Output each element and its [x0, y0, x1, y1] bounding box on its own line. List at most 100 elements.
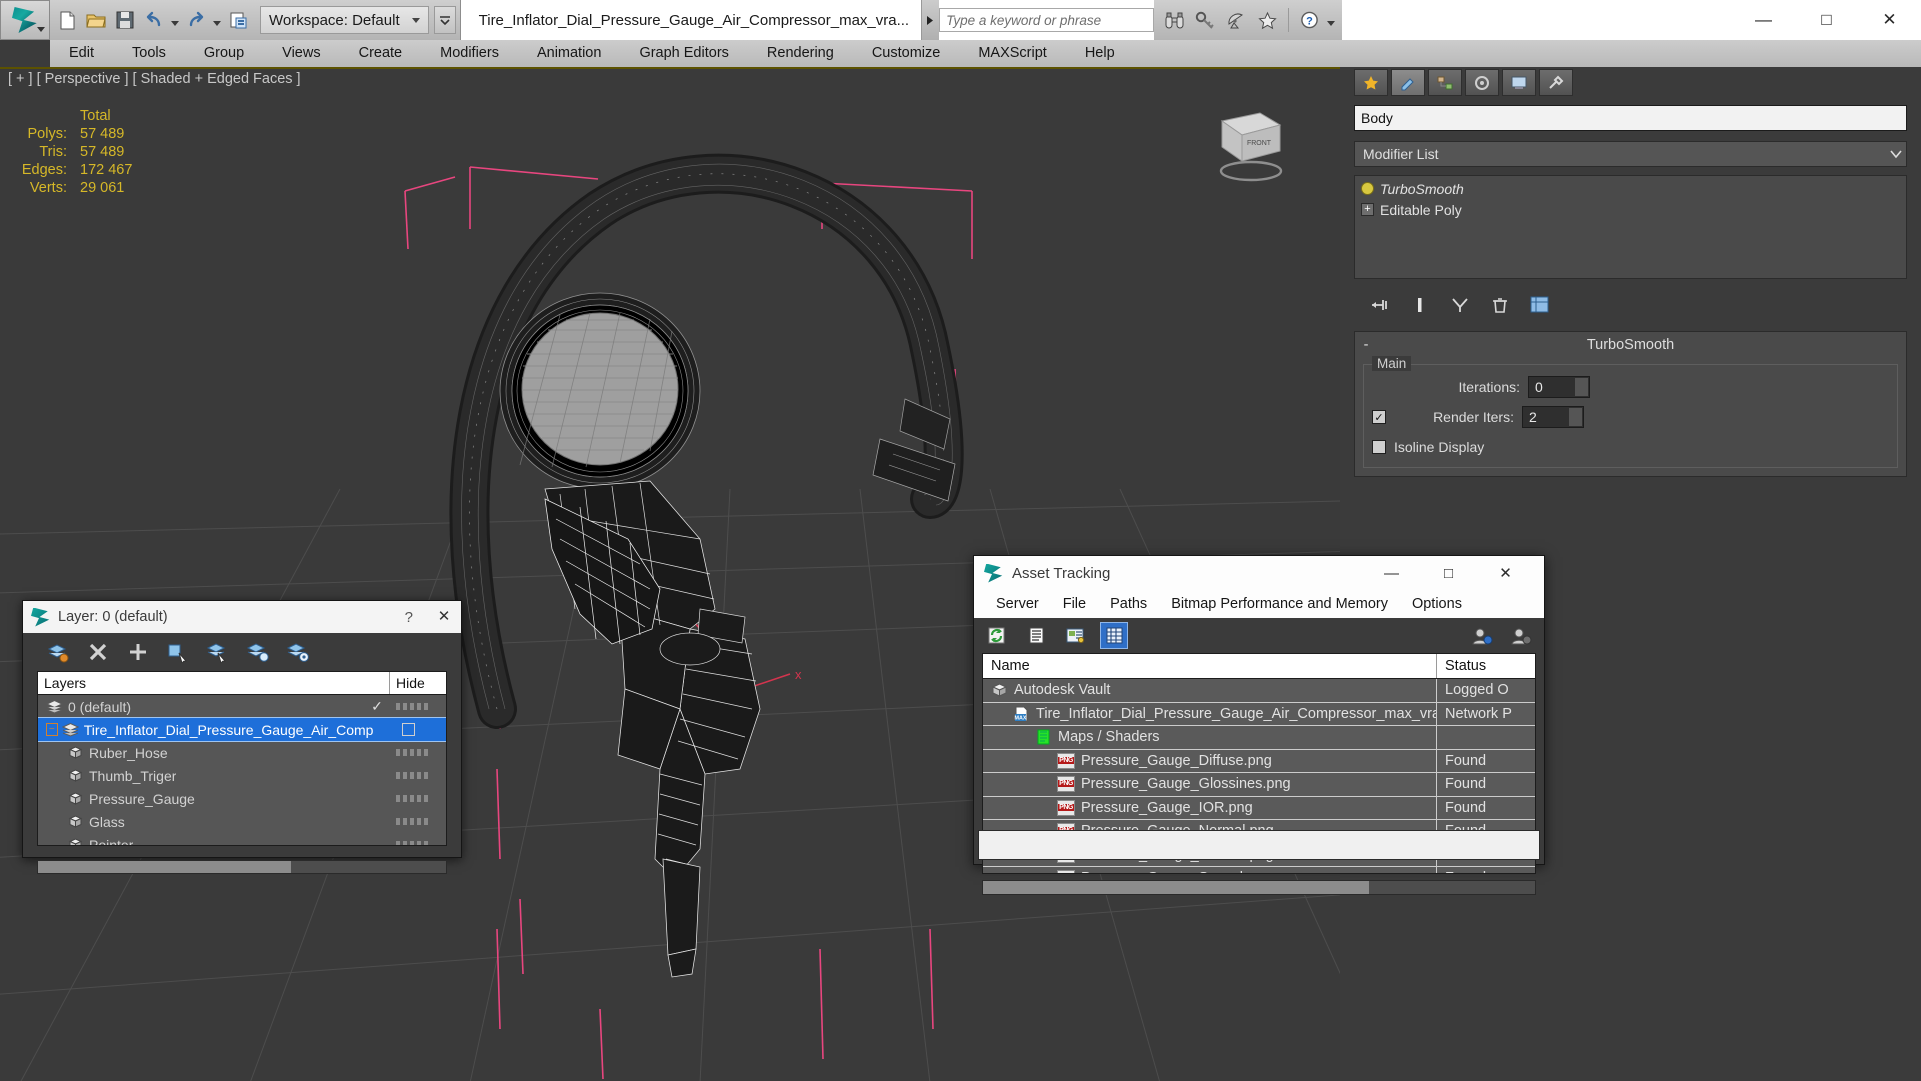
layer-row[interactable]: Pressure_Gauge [38, 787, 446, 810]
workspace-dropdown-button[interactable] [433, 6, 456, 34]
rollout-header[interactable]: - TurboSmooth [1355, 332, 1906, 358]
hide-checkbox[interactable] [401, 723, 415, 736]
layer-row[interactable]: 0 (default) ✓ [38, 695, 446, 718]
remove-modifier-icon[interactable] [1488, 293, 1512, 317]
menu-item-tools[interactable]: Tools [113, 40, 185, 67]
binoculars-icon[interactable] [1160, 4, 1189, 36]
scrollbar-thumb[interactable] [983, 881, 1370, 894]
layer-hide-cell[interactable] [396, 723, 446, 736]
table-view-icon[interactable] [1100, 622, 1128, 649]
help-dropdown-caret[interactable] [1327, 20, 1336, 26]
workspace-selector[interactable]: Workspace: Default [260, 6, 429, 34]
layer-horizontal-scrollbar[interactable] [37, 860, 447, 874]
iterations-spinner[interactable]: 0 [1528, 376, 1590, 398]
layer-close-button[interactable]: ✕ [433, 607, 455, 627]
pin-stack-icon[interactable] [1368, 293, 1392, 317]
scrollbar-thumb[interactable] [38, 861, 291, 873]
viewcube[interactable]: FRONT [1202, 99, 1292, 189]
asset-row[interactable]: Maps / Shaders [983, 726, 1535, 750]
layer-hide-cell[interactable] [390, 795, 446, 802]
asset-row[interactable]: MAX Tire_Inflator_Dial_Pressure_Gauge_Air… [983, 702, 1535, 726]
new-file-button[interactable] [54, 5, 80, 35]
asset-menu-server[interactable]: Server [984, 596, 1051, 612]
menu-item-graph-editors[interactable]: Graph Editors [620, 40, 747, 67]
object-name-field[interactable]: Body [1354, 105, 1907, 131]
layer-properties-icon[interactable] [285, 639, 311, 665]
menu-item-group[interactable]: Group [185, 40, 263, 67]
expand-plus-icon[interactable]: + [1361, 203, 1374, 216]
help-icon[interactable]: ? [1295, 4, 1324, 36]
redo-button[interactable] [183, 5, 209, 35]
undo-dropdown-caret[interactable] [171, 20, 179, 26]
render-iters-checkbox[interactable]: ✓ [1372, 410, 1386, 424]
spinner-arrows[interactable] [1569, 408, 1582, 426]
asset-row[interactable]: Pressure_Gauge_Glossines.png Found [983, 773, 1535, 797]
menu-item-modifiers[interactable]: Modifiers [421, 40, 518, 67]
asset-row[interactable]: Pressure_Gauge_IOR.png Found [983, 796, 1535, 820]
vault-login-icon[interactable] [1469, 623, 1495, 648]
render-iters-spinner[interactable]: 2 [1522, 406, 1584, 428]
modifier-stack-item-turbosmooth[interactable]: TurboSmooth [1357, 178, 1904, 199]
search-input[interactable]: Type a keyword or phrase [939, 8, 1155, 32]
asset-menu-bitmap-performance-and-memory[interactable]: Bitmap Performance and Memory [1159, 596, 1400, 612]
layer-row[interactable]: Thumb_Triger [38, 764, 446, 787]
rollout-collapse-toggle[interactable]: - [1355, 337, 1377, 353]
menu-item-maxscript[interactable]: MAXScript [959, 40, 1066, 67]
title-expand-button[interactable] [921, 0, 940, 40]
tab-display[interactable] [1502, 69, 1536, 96]
modifier-stack[interactable]: TurboSmooth + Editable Poly [1354, 175, 1907, 279]
tab-hierarchy[interactable] [1428, 69, 1462, 96]
list-view-icon[interactable] [1023, 623, 1049, 648]
close-button[interactable]: ✕ [1858, 0, 1921, 40]
asset-tracking-dialog[interactable]: Asset Tracking — □ ✕ Server File Paths Bitm… [973, 555, 1545, 895]
make-unique-icon[interactable] [1448, 293, 1472, 317]
undo-button[interactable] [141, 5, 167, 35]
layer-hide-cell[interactable] [390, 772, 446, 779]
layer-list[interactable]: 0 (default) ✓ − Tire_Inflator_Dial_Pressure… [37, 694, 447, 846]
tab-utilities[interactable] [1539, 69, 1573, 96]
layer-dialog[interactable]: Layer: 0 (default) ? ✕ Layers Hide 0 (de… [22, 600, 462, 874]
maximize-button[interactable]: □ [1795, 0, 1858, 40]
menu-item-create[interactable]: Create [340, 40, 422, 67]
configure-modifier-sets-icon[interactable] [1528, 293, 1552, 317]
menu-item-views[interactable]: Views [263, 40, 339, 67]
layer-hide-cell[interactable] [390, 818, 446, 825]
layer-hide-cell[interactable] [390, 749, 446, 756]
satellite-dish-icon[interactable] [1222, 4, 1251, 36]
layer-row[interactable]: − Tire_Inflator_Dial_Pressure_Gauge_Air_C… [38, 717, 446, 742]
modifier-list-dropdown[interactable]: Modifier List [1354, 141, 1907, 167]
asset-menu-file[interactable]: File [1051, 596, 1098, 612]
tab-modify[interactable] [1391, 69, 1425, 96]
asset-row[interactable]: Pressure_Gauge_Specular.png Found [983, 867, 1535, 873]
asset-menu-paths[interactable]: Paths [1098, 596, 1159, 612]
redo-dropdown-caret[interactable] [213, 20, 221, 26]
select-highlighted-layer-icon[interactable] [205, 639, 231, 665]
vault-help-icon[interactable] [1508, 623, 1534, 648]
light-bulb-icon[interactable] [1361, 182, 1374, 195]
delete-layer-icon[interactable] [85, 639, 111, 665]
key-icon[interactable] [1191, 4, 1220, 36]
asset-minimize-button[interactable]: — [1363, 556, 1420, 590]
menu-item-rendering[interactable]: Rendering [748, 40, 853, 67]
isoline-display-checkbox[interactable] [1372, 440, 1386, 454]
select-objects-in-layer-icon[interactable] [165, 639, 191, 665]
layer-visible-check[interactable]: ✓ [364, 698, 390, 715]
asset-row[interactable]: Pressure_Gauge_Diffuse.png Found [983, 749, 1535, 773]
asset-row[interactable]: Autodesk Vault Logged O [983, 679, 1535, 703]
layer-hide-cell[interactable] [390, 703, 446, 710]
asset-menu-options[interactable]: Options [1400, 596, 1474, 612]
menu-item-help[interactable]: Help [1066, 40, 1134, 67]
add-to-layer-icon[interactable] [125, 639, 151, 665]
star-icon[interactable] [1253, 4, 1282, 36]
highlight-selected-objects-icon[interactable] [245, 639, 271, 665]
save-file-button[interactable] [112, 5, 138, 35]
minimize-button[interactable]: — [1732, 0, 1795, 40]
asset-maximize-button[interactable]: □ [1420, 556, 1477, 590]
refresh-icon[interactable] [984, 623, 1010, 648]
tab-motion[interactable] [1465, 69, 1499, 96]
show-end-result-icon[interactable] [1408, 293, 1432, 317]
menu-item-edit[interactable]: Edit [50, 40, 113, 67]
layer-hide-cell[interactable] [390, 841, 446, 845]
layer-row[interactable]: Ruber_Hose [38, 741, 446, 764]
expand-collapse-icon[interactable]: − [46, 723, 58, 736]
